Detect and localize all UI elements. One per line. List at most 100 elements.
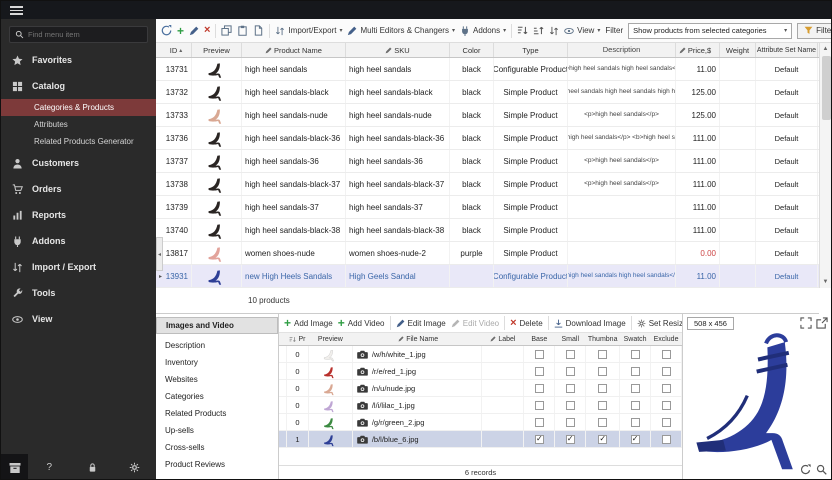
table-row[interactable]: 13736 high heel sandals-black-36 high he… <box>156 127 819 150</box>
filters-button[interactable]: Filters▾ <box>797 23 832 39</box>
sidebar-item-catalog[interactable]: Catalog <box>1 73 156 99</box>
swap-columns-button[interactable] <box>549 24 559 37</box>
column-header-id[interactable]: ID▴ <box>156 43 192 57</box>
sort-ascending-button[interactable] <box>517 24 528 37</box>
settings-button[interactable] <box>113 462 156 473</box>
checkbox-small[interactable] <box>566 401 575 410</box>
search-input[interactable] <box>28 30 142 39</box>
tab-related-products[interactable]: Related Products <box>156 405 278 422</box>
checkbox-base[interactable]: ✓ <box>535 435 544 444</box>
column-header-thumbnail[interactable]: Thumbna <box>586 333 620 345</box>
table-row[interactable]: 13739 high heel sandals-37 high heel san… <box>156 196 819 219</box>
tab-description[interactable]: Description <box>156 337 278 354</box>
sidebar-collapse-handle[interactable]: ◂ <box>156 237 163 271</box>
checkbox-swatch[interactable] <box>631 418 640 427</box>
checkbox-base[interactable] <box>535 384 544 393</box>
sidebar-item-related-products-generator[interactable]: Related Products Generator <box>1 133 156 150</box>
checkbox-base[interactable] <box>535 367 544 376</box>
checkbox-swatch[interactable]: ✓ <box>631 435 640 444</box>
edit-image-button[interactable]: Edit Image <box>396 319 446 328</box>
copy-button[interactable] <box>221 24 232 37</box>
image-row[interactable]: 0 /l/i/lilac_1.jpg <box>279 397 682 414</box>
import-export-menu[interactable]: Import/Export▾ <box>275 26 342 36</box>
column-header-price[interactable]: Price,$ <box>676 43 720 57</box>
image-row-selected[interactable]: 1 /b/l/blue_6.jpg ✓ ✓ ✓ ✓ <box>279 431 682 448</box>
table-row[interactable]: 13733 high heel sandals-nude high heel s… <box>156 104 819 127</box>
add-image-button[interactable]: +Add Image <box>284 317 333 329</box>
sort-descending-button[interactable] <box>533 24 544 37</box>
checkbox-exclude[interactable] <box>662 418 671 427</box>
column-header-description[interactable]: Description <box>568 43 676 57</box>
checkbox-exclude[interactable] <box>662 435 671 444</box>
column-header-priority[interactable]: Pr <box>287 333 309 345</box>
store-button[interactable] <box>1 454 28 480</box>
sidebar-item-import-export[interactable]: Import / Export <box>1 254 156 280</box>
sidebar-item-view[interactable]: View <box>1 306 156 332</box>
column-header-type[interactable]: Type <box>494 43 568 57</box>
checkbox-small[interactable] <box>566 384 575 393</box>
column-header-exclude[interactable]: Exclude <box>651 333 682 345</box>
table-row-selected[interactable]: ▸13931 new High Heels Sandals High Geels… <box>156 265 819 288</box>
tab-categories[interactable]: Categories <box>156 388 278 405</box>
rotate-button[interactable] <box>800 464 811 475</box>
checkbox-thumbnail[interactable]: ✓ <box>598 435 607 444</box>
checkbox-exclude[interactable] <box>662 401 671 410</box>
tab-cross-sells[interactable]: Cross-sells <box>156 439 278 456</box>
checkbox-small[interactable] <box>566 350 575 359</box>
sidebar-item-orders[interactable]: Orders <box>1 176 156 202</box>
column-header-base[interactable]: Base <box>524 333 555 345</box>
tab-websites[interactable]: Websites <box>156 371 278 388</box>
tab-product-reviews[interactable]: Product Reviews <box>156 456 278 473</box>
hamburger-menu-icon[interactable] <box>10 6 23 15</box>
image-row[interactable]: 0 /r/e/red_1.jpg <box>279 363 682 380</box>
help-button[interactable]: ? <box>28 462 71 473</box>
column-header-file-name[interactable]: File Name <box>353 333 483 345</box>
sidebar-item-reports[interactable]: Reports <box>1 202 156 228</box>
table-row[interactable]: 13731 high heel sandals high heel sandal… <box>156 58 819 81</box>
multi-editors-menu[interactable]: Multi Editors & Changers▾ <box>347 26 455 36</box>
addons-menu[interactable]: Addons▾ <box>460 26 506 36</box>
add-product-button[interactable]: + <box>177 24 184 37</box>
table-row[interactable]: 13740 high heel sandals-black-38 high he… <box>156 219 819 242</box>
checkbox-small[interactable]: ✓ <box>566 435 575 444</box>
sidebar-item-categories-products[interactable]: Categories & Products <box>1 99 156 116</box>
checkbox-base[interactable] <box>535 350 544 359</box>
filter-mode-select[interactable]: Show products from selected categories▾ <box>628 23 792 39</box>
checkbox-small[interactable] <box>566 418 575 427</box>
checkbox-base[interactable] <box>535 418 544 427</box>
paste-button[interactable] <box>237 24 248 37</box>
scroll-down-icon[interactable]: ▼ <box>820 276 831 288</box>
column-header-small[interactable]: Small <box>555 333 586 345</box>
refresh-button[interactable] <box>161 24 172 37</box>
checkbox-base[interactable] <box>535 401 544 410</box>
vertical-scrollbar[interactable]: ▲ ▼ <box>819 43 831 288</box>
sidebar-item-tools[interactable]: Tools <box>1 280 156 306</box>
set-resize-rule-button[interactable]: Set Resize Rule▾ <box>637 319 682 328</box>
checkbox-swatch[interactable] <box>631 384 640 393</box>
image-row[interactable]: 0 /g/r/green_2.jpg <box>279 414 682 431</box>
column-header-label[interactable]: Label <box>482 333 524 345</box>
checkbox-thumbnail[interactable] <box>598 418 607 427</box>
image-row[interactable]: 0 /w/h/white_1.jpg <box>279 346 682 363</box>
checkbox-small[interactable] <box>566 367 575 376</box>
checkbox-thumbnail[interactable] <box>598 401 607 410</box>
tab-up-sells[interactable]: Up-sells <box>156 422 278 439</box>
checkbox-thumbnail[interactable] <box>598 367 607 376</box>
add-video-button[interactable]: +Add Video <box>338 317 385 329</box>
sidebar-item-attributes[interactable]: Attributes <box>1 116 156 133</box>
column-header-preview[interactable]: Preview <box>309 333 353 345</box>
checkbox-swatch[interactable] <box>631 401 640 410</box>
scrollbar-thumb[interactable] <box>822 56 831 120</box>
sidebar-item-favorites[interactable]: Favorites <box>1 47 156 73</box>
tab-inventory[interactable]: Inventory <box>156 354 278 371</box>
delete-image-button[interactable]: ×Delete <box>510 318 543 329</box>
column-header-attribute-set[interactable]: Attribute Set Name <box>756 43 818 57</box>
sidebar-item-customers[interactable]: Customers <box>1 150 156 176</box>
checkbox-exclude[interactable] <box>662 384 671 393</box>
checkbox-exclude[interactable] <box>662 367 671 376</box>
row-expander-icon[interactable]: ▸ <box>159 273 164 280</box>
table-row[interactable]: 13732 high heel sandals-black high heel … <box>156 81 819 104</box>
view-menu[interactable]: View▾ <box>564 26 600 36</box>
table-row[interactable]: 13737 high heel sandals-36 high heel san… <box>156 150 819 173</box>
checkbox-swatch[interactable] <box>631 367 640 376</box>
